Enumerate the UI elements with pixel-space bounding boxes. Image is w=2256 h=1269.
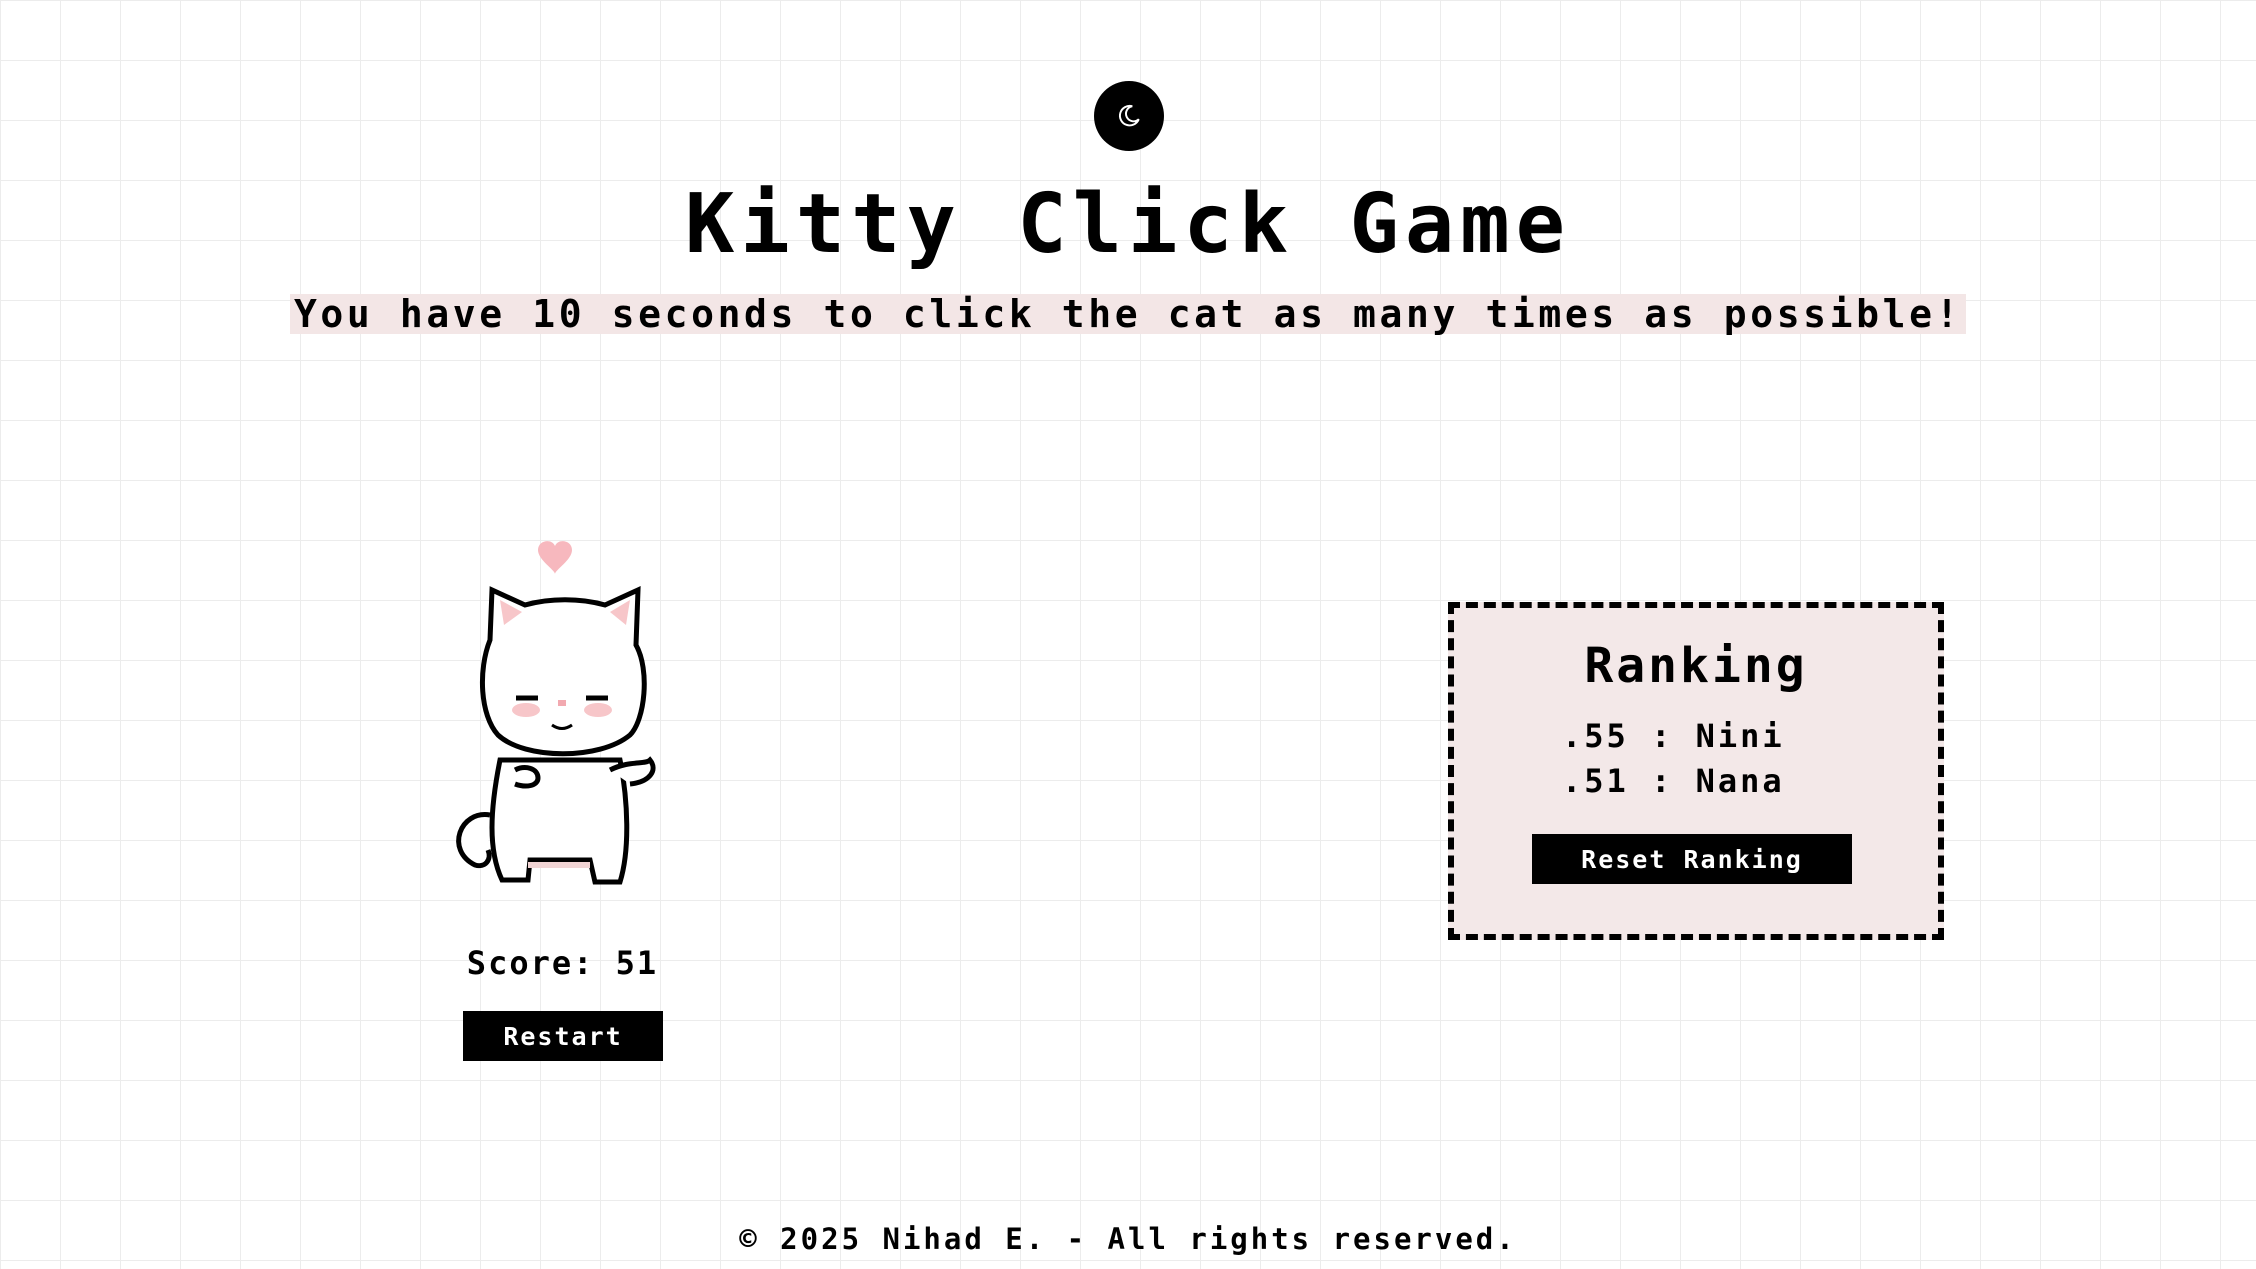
- ranking-entry: .51 : Nana: [1562, 762, 1785, 800]
- footer-copyright: © 2025 Nihad E. - All rights reserved.: [739, 1222, 1517, 1256]
- subtitle-container: You have 10 seconds to click the cat as …: [0, 294, 2256, 334]
- cat-icon: [456, 541, 656, 885]
- moon-icon: [1118, 104, 1140, 127]
- reset-ranking-button[interactable]: Reset Ranking: [1532, 834, 1852, 884]
- score-label: Score: 51: [466, 944, 659, 982]
- subtitle: You have 10 seconds to click the cat as …: [289, 294, 1967, 334]
- ranking-title: Ranking: [1584, 638, 1808, 694]
- theme-toggle-button[interactable]: [1094, 81, 1164, 151]
- restart-button[interactable]: Restart: [463, 1011, 663, 1061]
- heart-icon: [538, 541, 572, 574]
- ranking-list: .55 : Nini .51 : Nana: [1562, 714, 1785, 804]
- ranking-panel: Ranking .55 : Nini .51 : Nana: [1448, 602, 1944, 940]
- page-title: Kitty Click Game: [685, 177, 1571, 272]
- cat-click-target[interactable]: [430, 520, 700, 900]
- ranking-entry: .55 : Nini: [1562, 717, 1785, 755]
